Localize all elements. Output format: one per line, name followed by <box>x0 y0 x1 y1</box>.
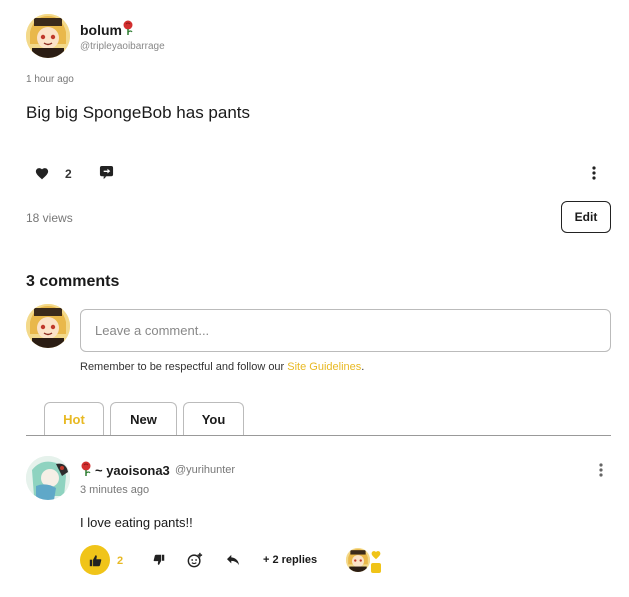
thumbs-up-icon <box>89 554 101 566</box>
comment-dislike-button[interactable] <box>150 551 168 569</box>
add-reaction-icon <box>187 552 203 568</box>
tab-new[interactable]: New <box>110 402 177 436</box>
comment-author-avatar[interactable] <box>26 456 70 500</box>
guidelines-text: Remember to be respectful and follow our <box>80 361 288 373</box>
comment-more-button[interactable] <box>592 461 610 479</box>
tab-you[interactable]: You <box>183 402 244 436</box>
post-timestamp: 1 hour ago <box>26 74 74 85</box>
reply-badge-icon <box>371 563 381 573</box>
heart-icon <box>35 167 49 179</box>
comment-like-count: 2 <box>117 555 124 567</box>
more-vertical-icon <box>599 463 603 477</box>
post-more-button[interactable] <box>585 164 603 182</box>
guidelines-notice: Remember to be respectful and follow our… <box>80 361 364 373</box>
rose-icon <box>80 461 92 477</box>
like-button[interactable] <box>32 164 52 182</box>
post-like-count: 2 <box>65 167 72 181</box>
reply-author-avatar[interactable] <box>344 546 372 574</box>
reply-heart-badge-icon <box>371 547 381 560</box>
site-guidelines-link[interactable]: Site Guidelines <box>287 361 361 373</box>
tab-hot[interactable]: Hot <box>44 402 104 436</box>
post-handle[interactable]: @tripleyaoibarrage <box>80 41 165 52</box>
comment-timestamp: 3 minutes ago <box>80 484 150 496</box>
comments-count-heading: 3 comments <box>26 273 120 290</box>
thumbs-down-icon <box>153 554 165 565</box>
share-icon <box>99 165 113 179</box>
current-user-avatar[interactable] <box>26 304 70 348</box>
more-vertical-icon <box>592 166 596 180</box>
reply-icon <box>227 554 239 566</box>
add-reaction-button[interactable] <box>185 550 205 570</box>
post-username[interactable]: bolum <box>80 22 122 38</box>
comment-handle[interactable]: @yurihunter <box>175 464 235 476</box>
comment-body: I love eating pants!! <box>80 515 193 530</box>
view-replies-button[interactable]: + 2 replies <box>263 554 317 566</box>
post-views: 18 views <box>26 211 73 225</box>
comment-username[interactable]: ~ yaoisona3 <box>95 463 170 478</box>
comment-like-button[interactable] <box>80 545 110 575</box>
guidelines-period: . <box>361 361 365 373</box>
post-body: Big big SpongeBob has pants <box>26 103 251 122</box>
share-button[interactable] <box>97 163 115 181</box>
tabs-divider <box>26 435 611 436</box>
post-author-avatar[interactable] <box>26 14 70 58</box>
reply-button[interactable] <box>224 551 242 569</box>
rose-icon <box>122 20 134 36</box>
comment-input[interactable] <box>80 309 611 352</box>
edit-button[interactable]: Edit <box>561 201 611 233</box>
